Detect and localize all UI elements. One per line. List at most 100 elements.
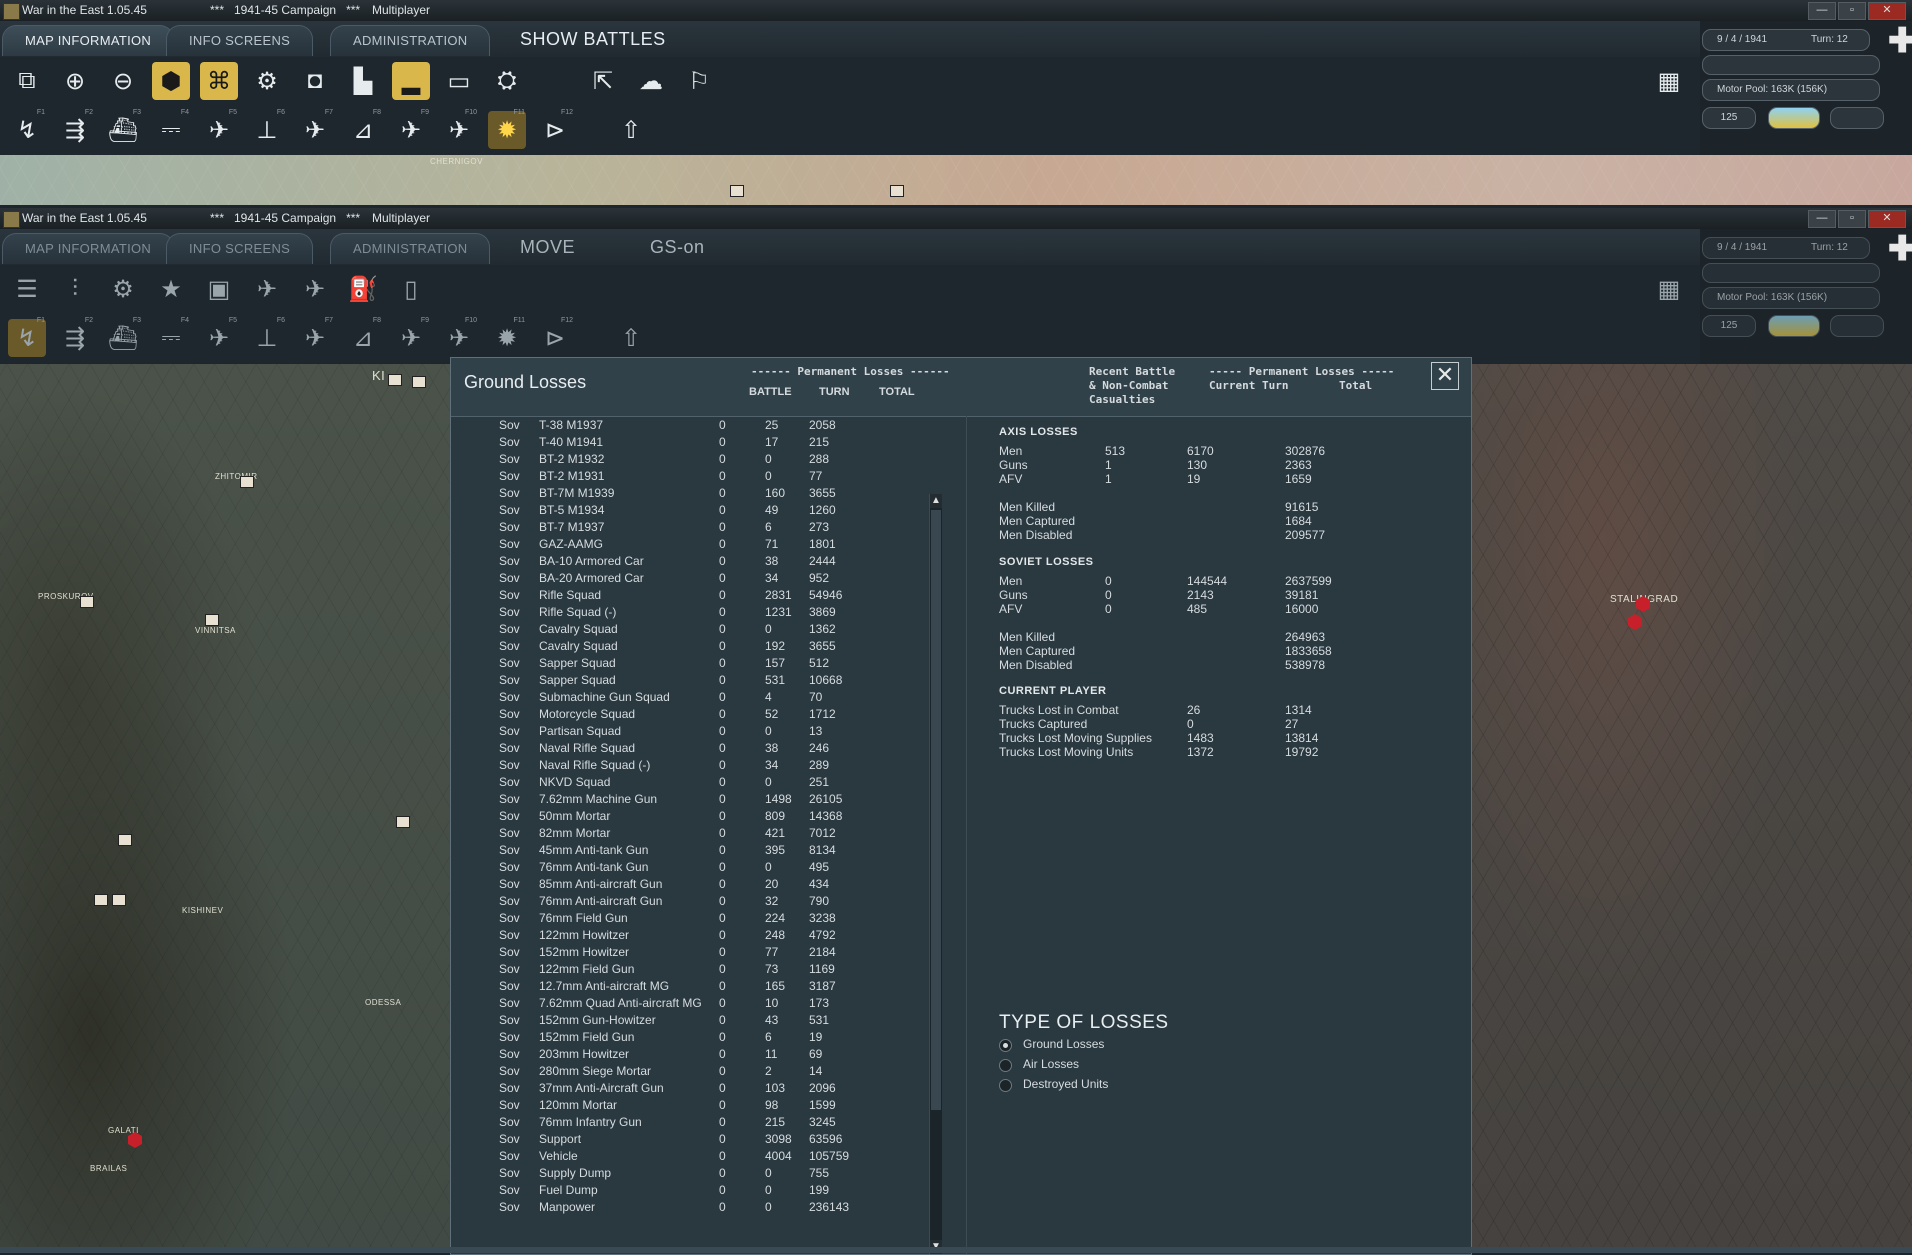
losses-scrollbar[interactable]: ▲ ▼ (929, 494, 942, 1254)
star-icon[interactable]: ★ (152, 270, 190, 308)
air-mission-icon[interactable]: ✈ (248, 270, 286, 308)
battle-explosion-icon[interactable]: ✹ F11 (488, 109, 526, 149)
loss-row[interactable]: Sov Vehicle 0 4004 105759 (451, 1148, 921, 1165)
loss-row[interactable]: Sov 45mm Anti-tank Gun 0 395 8134 (451, 842, 921, 859)
loss-row[interactable]: Sov Naval Rifle Squad (-) 0 34 289 (451, 757, 921, 774)
air-factory-icon[interactable]: ⊿ F8 (344, 317, 382, 357)
loss-row[interactable]: Sov Motorcycle Squad 0 52 1712 (451, 706, 921, 723)
loss-row[interactable]: Sov 37mm Anti-Aircraft Gun 0 103 2096 (451, 1080, 921, 1097)
loss-row[interactable]: Sov 76mm Anti-tank Gun 0 0 495 (451, 859, 921, 876)
loss-row[interactable]: Sov 122mm Field Gun 0 73 1169 (451, 961, 921, 978)
tab-map-information[interactable]: MAP INFORMATION (2, 233, 175, 264)
settings-frame-icon[interactable]: ⛭ (488, 62, 526, 100)
loss-row[interactable]: Sov Cavalry Squad 0 0 1362 (451, 621, 921, 638)
loss-row[interactable]: Sov 76mm Infantry Gun 0 215 3245 (451, 1114, 921, 1131)
naval-transport-icon[interactable]: ⛴ F3 (104, 109, 142, 149)
air-recon-icon[interactable]: ✈ F10 (440, 317, 478, 357)
tab-info-screens[interactable]: INFO SCREENS (166, 25, 314, 56)
rail-mode-icon[interactable]: ⇶ F2 (56, 317, 94, 357)
unit-marker[interactable] (396, 816, 410, 828)
naval-transport-icon[interactable]: ⛴ F3 (104, 317, 142, 357)
loss-row[interactable]: Sov Partisan Squad 0 0 13 (451, 723, 921, 740)
loss-row[interactable]: Sov 152mm Howitzer 0 77 2184 (451, 944, 921, 961)
battle-explosion-icon[interactable]: ✹ F11 (488, 317, 526, 357)
move-mode-icon[interactable]: ↯ F1 (8, 317, 46, 357)
loss-row[interactable]: Sov Support 0 3098 63596 (451, 1131, 921, 1148)
minimize-button[interactable]: — (1808, 210, 1836, 228)
loss-row[interactable]: Sov BT-5 M1934 0 49 1260 (451, 502, 921, 519)
flag-icon[interactable]: ⚐ (680, 62, 718, 100)
unit-marker[interactable] (388, 374, 402, 386)
air-recon-icon[interactable]: ✈ F10 (440, 109, 478, 149)
loss-row[interactable]: Sov Rifle Squad (-) 0 1231 3869 (451, 604, 921, 621)
loss-row[interactable]: Sov Cavalry Squad 0 192 3655 (451, 638, 921, 655)
air-factory-icon[interactable]: ⊿ F8 (344, 109, 382, 149)
loss-row[interactable]: Sov 7.62mm Quad Anti-aircraft MG 0 10 173 (451, 995, 921, 1012)
loss-row[interactable]: Sov Naval Rifle Squad 0 38 246 (451, 740, 921, 757)
unit-marker[interactable] (118, 834, 132, 846)
unit-marker[interactable] (240, 476, 254, 488)
fortify-icon[interactable]: ▣ (200, 270, 238, 308)
unit-marker[interactable] (890, 185, 904, 197)
fuel-icon[interactable]: ⛽ (344, 270, 382, 308)
maximize-button[interactable]: ▫ (1838, 2, 1866, 20)
radio-icon[interactable] (999, 1079, 1012, 1092)
frame-icon[interactable]: ▭ (440, 62, 478, 100)
unit-marker[interactable] (80, 596, 94, 608)
paradrop-icon[interactable]: ✈ F9 (392, 317, 430, 357)
loss-row[interactable]: Sov 152mm Gun-Howitzer 0 43 531 (451, 1012, 921, 1029)
loss-row[interactable]: Sov BT-7M M1939 0 160 3655 (451, 485, 921, 502)
radio-selected-icon[interactable] (999, 1039, 1012, 1052)
loss-row[interactable]: Sov NKVD Squad 0 0 251 (451, 774, 921, 791)
loss-row[interactable]: Sov 280mm Siege Mortar 0 2 14 (451, 1063, 921, 1080)
radio-icon[interactable] (999, 1059, 1012, 1072)
loss-row[interactable]: Sov T-38 M1937 0 25 2058 (451, 417, 921, 434)
gs-on-label[interactable]: GS-on (650, 237, 705, 258)
loss-row[interactable]: Sov BT-7 M1937 0 6 273 (451, 519, 921, 536)
tab-administration[interactable]: ADMINISTRATION (330, 25, 491, 56)
map-strip-top[interactable]: CHERNIGOV (0, 155, 1912, 205)
airfield-icon[interactable]: ⊥ F6 (248, 317, 286, 357)
move-label[interactable]: MOVE (520, 237, 575, 258)
zoc-icon[interactable]: ⌘ (200, 62, 238, 100)
loss-row[interactable]: Sov 82mm Mortar 0 421 7012 (451, 825, 921, 842)
unit-marker[interactable] (730, 185, 744, 197)
battery-icon[interactable]: ▯ (392, 270, 430, 308)
tab-info-screens[interactable]: INFO SCREENS (166, 233, 314, 264)
unit-display-icon[interactable]: ◘ (296, 62, 334, 100)
rail-mode-icon[interactable]: ⇶ F2 (56, 109, 94, 149)
unit-stack-icon[interactable]: ▙ (344, 62, 382, 100)
loss-row[interactable]: Sov Sapper Squad 0 157 512 (451, 655, 921, 672)
hex-grid-icon[interactable]: ⬢ (152, 62, 190, 100)
unit-marker[interactable] (205, 614, 219, 626)
loss-row[interactable]: Sov 76mm Anti-aircraft Gun 0 32 790 (451, 893, 921, 910)
loss-row[interactable]: Sov Sapper Squad 0 531 10668 (451, 672, 921, 689)
zoom-in-icon[interactable]: ⊕ (56, 62, 94, 100)
loss-row[interactable]: Sov GAZ-AAMG 0 71 1801 (451, 536, 921, 553)
paradrop-icon[interactable]: ✈ F9 (392, 109, 430, 149)
loss-row[interactable]: Sov BT-2 M1932 0 0 288 (451, 451, 921, 468)
loss-row[interactable]: Sov Fuel Dump 0 0 199 (451, 1182, 921, 1199)
tab-administration[interactable]: ADMINISTRATION (330, 233, 491, 264)
close-window-button[interactable]: ✕ (1868, 210, 1906, 228)
loss-row[interactable]: Sov 122mm Howitzer 0 248 4792 (451, 927, 921, 944)
play-replay-icon[interactable]: ⊳ F12 (536, 109, 574, 149)
loss-row[interactable]: Sov Manpower 0 0 236143 (451, 1199, 921, 1216)
air-group-icon[interactable]: ✈ (296, 270, 334, 308)
air-attack-icon[interactable]: ✈ F5 (200, 317, 238, 357)
unit-marker[interactable] (94, 894, 108, 906)
map-left[interactable]: ZHITOMIR PROSKUROV VINNITSA KISHINEV ODE… (0, 364, 450, 1253)
air-transfer-icon[interactable]: ✈ F7 (296, 109, 334, 149)
airfield-icon[interactable]: ⊥ F6 (248, 109, 286, 149)
gear-icon[interactable]: ⚙ (104, 270, 142, 308)
loss-row[interactable]: Sov 7.62mm Machine Gun 0 1498 26105 (451, 791, 921, 808)
move-mode-icon[interactable]: ↯ F1 (8, 109, 46, 149)
minimize-button[interactable]: — (1808, 2, 1836, 20)
loss-row[interactable]: Sov T-40 M1941 0 17 215 (451, 434, 921, 451)
loss-row[interactable]: Sov 203mm Howitzer 0 11 69 (451, 1046, 921, 1063)
air-transfer-icon[interactable]: ✈ F7 (296, 317, 334, 357)
loss-row[interactable]: Sov 50mm Mortar 0 809 14368 (451, 808, 921, 825)
grid-view-icon[interactable]: ▦ (1650, 62, 1688, 100)
upload-icon[interactable]: ⇧ (612, 111, 650, 149)
loss-row[interactable]: Sov Rifle Squad 0 2831 54946 (451, 587, 921, 604)
